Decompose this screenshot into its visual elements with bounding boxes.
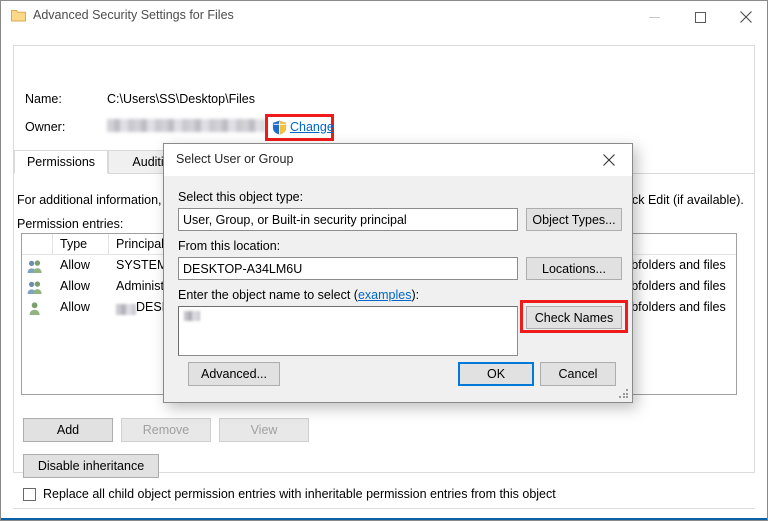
disable-inheritance-button[interactable]: Disable inheritance (23, 454, 159, 478)
tab-permissions[interactable]: Permissions (14, 150, 108, 174)
location-input[interactable]: DESKTOP-A34LM6U (178, 257, 518, 280)
object-type-input[interactable]: User, Group, or Built-in security princi… (178, 208, 518, 231)
modal-close-button[interactable] (586, 144, 632, 175)
locations-button[interactable]: Locations... (526, 257, 622, 280)
minimize-button[interactable] (631, 1, 677, 33)
owner-value-redacted (107, 119, 265, 132)
column-header-principal[interactable]: Principal (116, 237, 164, 251)
footer-separator (13, 508, 755, 509)
modal-title-bar: Select User or Group (164, 144, 632, 176)
select-user-or-group-dialog: Select User or Group Select this object … (163, 143, 633, 403)
owner-label: Owner: (25, 120, 66, 134)
close-button[interactable] (723, 1, 767, 33)
object-name-value-redacted (184, 311, 200, 321)
cell-type: Allow (60, 258, 90, 272)
replace-child-permissions-row[interactable]: Replace all child object permission entr… (23, 487, 556, 501)
permission-entries-label: Permission entries: (17, 217, 124, 231)
object-types-button[interactable]: Object Types... (526, 208, 622, 231)
title-bar: Advanced Security Settings for Files (1, 1, 767, 33)
resize-grip-icon[interactable] (619, 389, 629, 399)
user-icon (29, 302, 40, 315)
modal-title: Select User or Group (176, 152, 294, 166)
examples-link[interactable]: examples (358, 288, 412, 302)
enter-object-name-suffix: ): (411, 288, 420, 302)
enter-object-name-prefix: Enter the object name to select ( (178, 288, 358, 302)
window-bottom-accent (1, 518, 767, 520)
advanced-button[interactable]: Advanced... (188, 362, 280, 386)
close-icon (603, 153, 615, 166)
cell-type: Allow (60, 300, 90, 314)
view-button[interactable]: View (219, 418, 309, 442)
replace-child-permissions-label: Replace all child object permission entr… (43, 487, 556, 501)
column-separator (52, 234, 53, 255)
object-type-label: Select this object type: (178, 190, 304, 204)
name-value: C:\Users\SS\Desktop\Files (107, 92, 255, 106)
cell-type: Allow (60, 279, 90, 293)
cell-applies-to: subfolders and files (618, 300, 726, 314)
check-names-button[interactable]: Check Names (526, 306, 622, 329)
add-button[interactable]: Add (23, 418, 113, 442)
change-owner-link[interactable]: Change (290, 120, 334, 134)
replace-child-permissions-checkbox[interactable] (23, 487, 36, 501)
users-group-icon (27, 260, 42, 273)
modal-ok-button[interactable]: OK (458, 362, 534, 386)
location-label: From this location: (178, 239, 281, 253)
cell-applies-to: subfolders and files (618, 279, 726, 293)
object-name-input[interactable] (178, 306, 518, 356)
uac-shield-icon (272, 120, 287, 135)
cell-principal-redacted (116, 304, 136, 315)
name-label: Name: (25, 92, 62, 106)
maximize-button[interactable] (677, 1, 723, 33)
cell-applies-to: subfolders and files (618, 258, 726, 272)
users-group-icon (27, 281, 42, 294)
enter-object-name-label: Enter the object name to select (example… (178, 288, 419, 302)
info-text-continued: ck Edit (if available). (632, 193, 744, 207)
remove-button[interactable]: Remove (121, 418, 211, 442)
modal-cancel-button[interactable]: Cancel (540, 362, 616, 386)
window-title: Advanced Security Settings for Files (33, 8, 234, 22)
column-separator (108, 234, 109, 255)
info-text: For additional information, (17, 193, 162, 207)
column-header-type[interactable]: Type (60, 237, 87, 251)
advanced-security-settings-window: Advanced Security Settings for Files Nam… (0, 0, 768, 521)
folder-icon (11, 10, 26, 22)
cell-principal: SYSTEM (116, 258, 168, 272)
window-controls (631, 1, 767, 33)
